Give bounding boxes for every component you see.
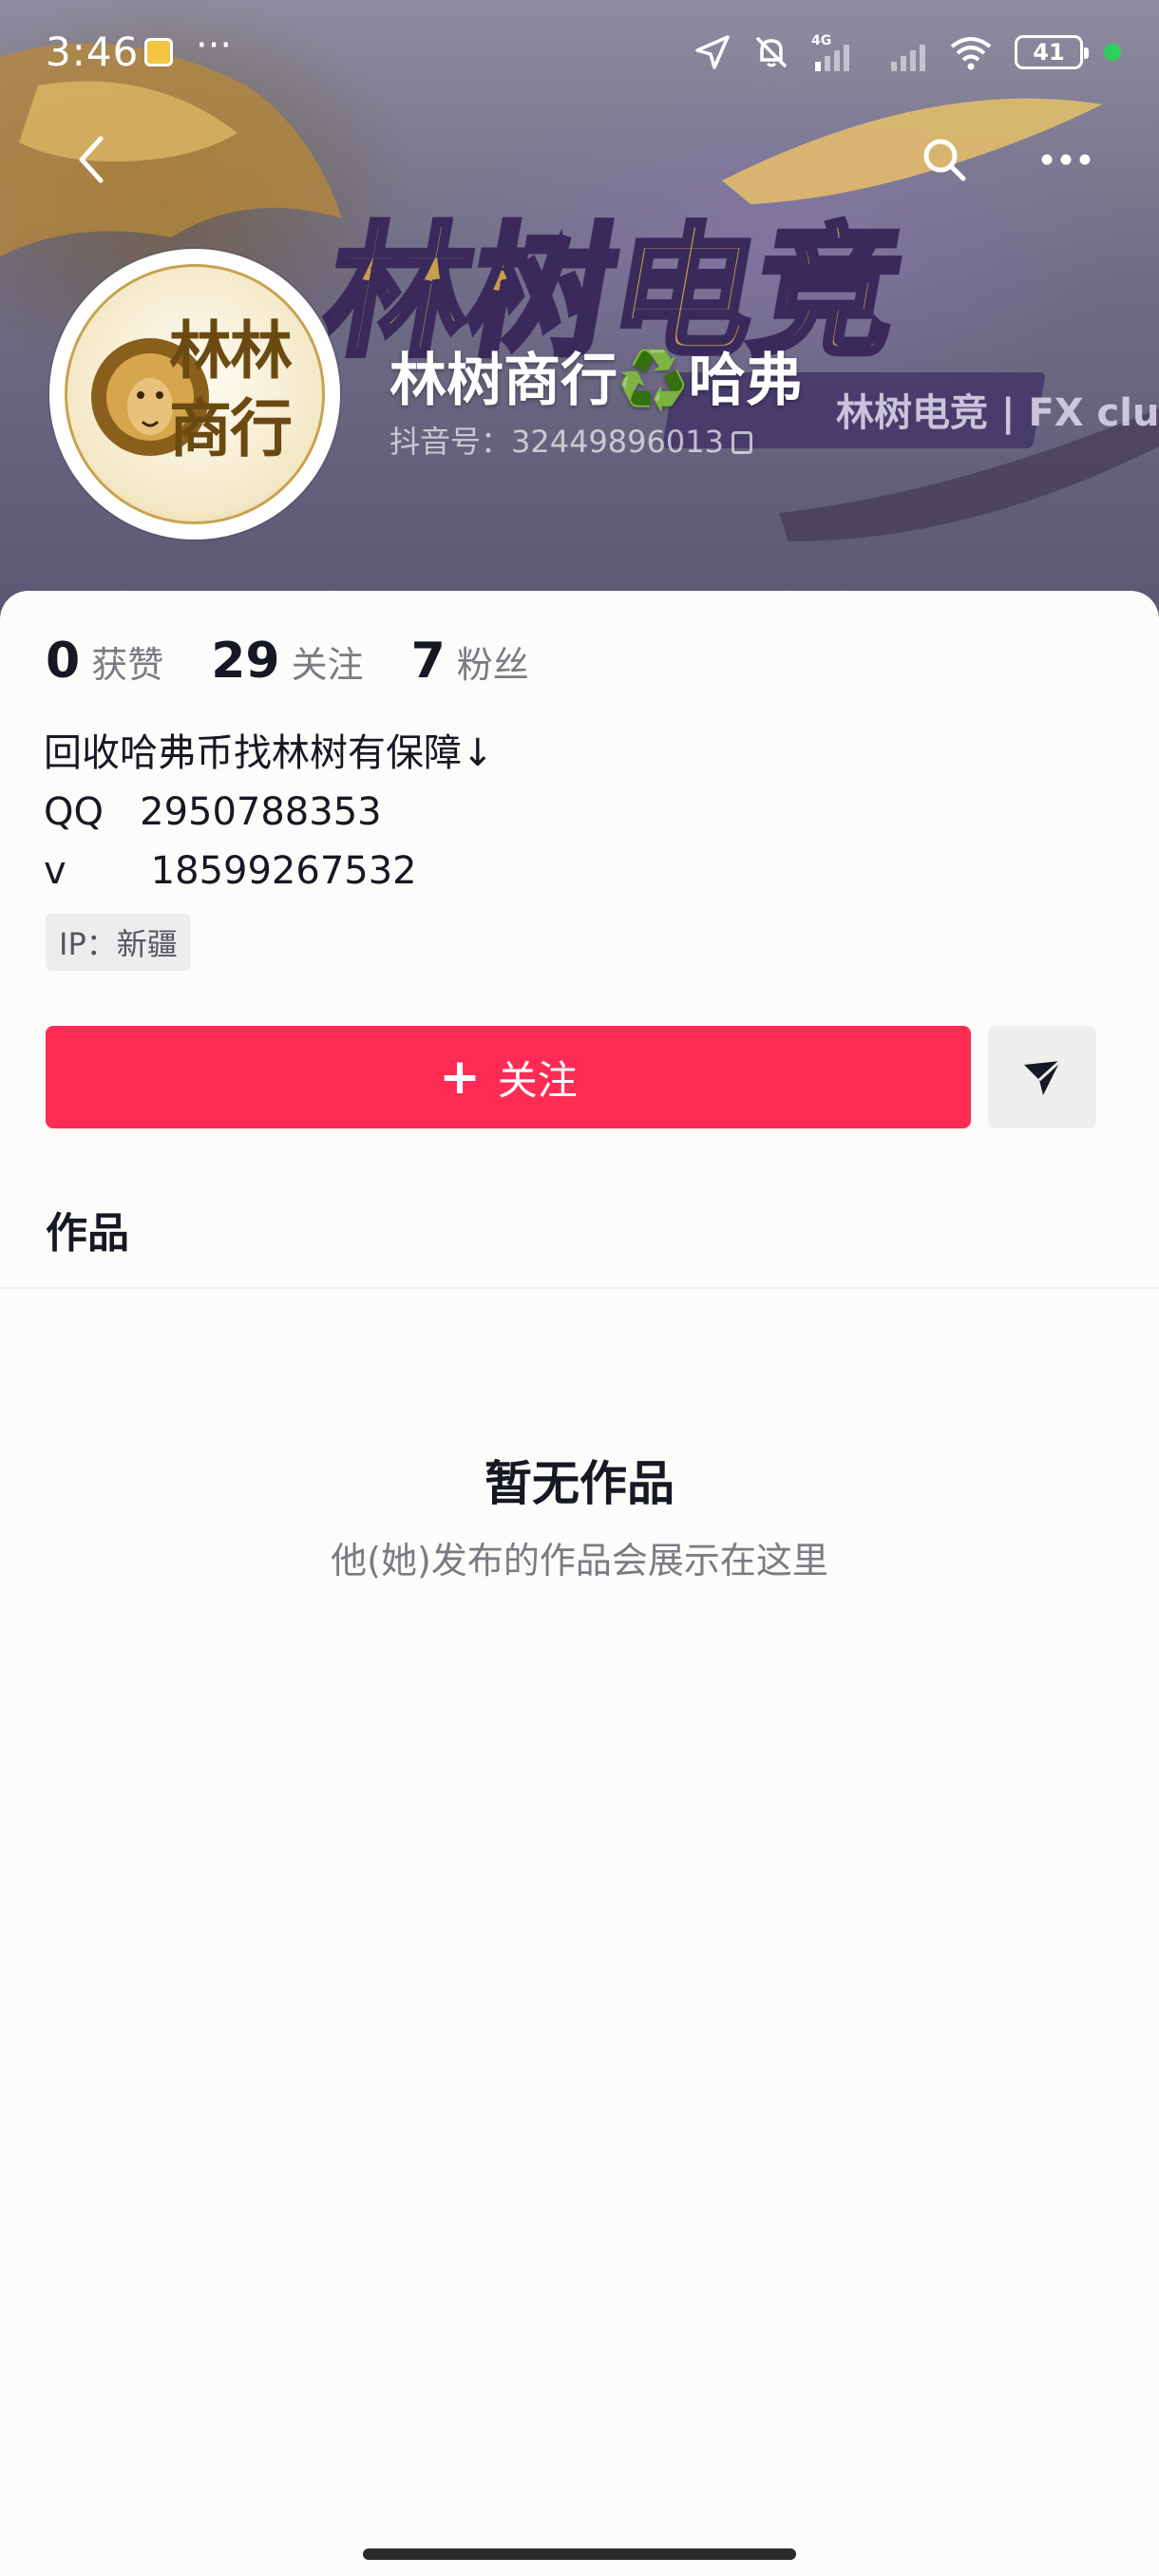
stat-value: 7 [410,633,446,690]
stat-value: 0 [46,633,81,690]
copy-icon[interactable] [731,431,752,454]
tab-works[interactable]: 作品 [46,1199,129,1260]
stat-following[interactable]: 29 关注 [211,633,363,690]
display-name: 林树商行♻️哈弗 [390,348,803,414]
avatar-text: 林林商行 [169,313,293,465]
more-options-button[interactable] [1030,123,1102,196]
status-more-dots: ··· [196,24,233,67]
mute-bell-icon [755,36,788,68]
paper-plane-icon [1024,1059,1062,1095]
stat-label: 关注 [291,644,364,686]
divider [0,1287,1159,1289]
cellular-signal-icon: 4G [811,33,849,71]
stat-value: 29 [211,633,280,690]
notification-app-icon [144,38,173,66]
search-icon [923,139,966,181]
plus-icon: + [439,1049,481,1106]
stat-likes[interactable]: 0 获赞 [46,633,163,690]
douyin-id[interactable]: 抖音号：32449896013 [390,418,752,462]
follow-button[interactable]: + 关注 [46,1026,971,1128]
stat-label: 粉丝 [456,644,529,686]
stat-label: 获赞 [91,644,164,686]
cellular-signal-2-icon [891,45,925,71]
empty-state-subtitle: 他(她)发布的作品会展示在这里 [331,1540,828,1582]
send-message-button[interactable] [988,1026,1096,1128]
ip-location-text: IP：新疆 [59,926,178,962]
douyin-id-text: 抖音号：32449896013 [390,424,724,460]
banner-subtitle-text: 林树电竞 | FX club [836,391,1159,436]
bio-line: v 18599267532 [44,849,417,893]
profile-avatar[interactable]: 林林商行 [49,249,340,540]
more-horizontal-icon [1041,154,1091,165]
stats-row: 0 获赞 29 关注 7 粉丝 [46,633,577,690]
profile-banner: 林树电竞 林树电竞 | FX club 3:46 ··· 4G 41 林林商行 … [0,0,1159,627]
follow-label: 关注 [497,1056,578,1104]
search-button[interactable] [908,123,980,196]
location-icon [695,35,730,69]
privacy-indicator-dot [1104,44,1121,61]
wifi-icon [950,37,992,70]
chevron-left-icon [79,136,104,183]
bio-line: 回收哈弗币找林树有保障↓ [44,731,494,775]
ip-location-tag: IP：新疆 [46,914,191,971]
svg-text:4G: 4G [811,33,831,48]
profile-bio: 回收哈弗币找林树有保障↓ QQ 2950788353 v 18599267532 [44,724,494,900]
battery-indicator: 41 [1015,35,1089,69]
status-time: 3:46 [46,28,140,75]
home-indicator[interactable] [363,2548,796,2560]
empty-state-title: 暂无作品 [484,1456,674,1511]
stat-followers[interactable]: 7 粉丝 [411,633,529,690]
back-button[interactable] [55,123,127,196]
bio-line: QQ 2950788353 [44,790,382,834]
status-bar: 3:46 ··· 4G 41 [0,0,1159,104]
profile-card: 0 获赞 29 关注 7 粉丝 回收哈弗币找林树有保障↓ QQ 29507883… [0,591,1159,2576]
